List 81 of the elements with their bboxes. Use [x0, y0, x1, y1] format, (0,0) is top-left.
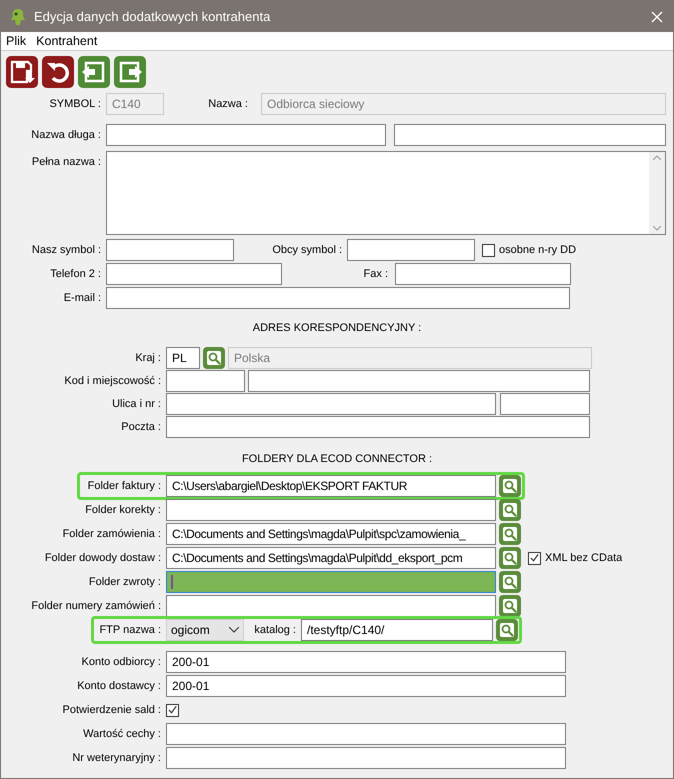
field-label: Nasz symbol :: [30, 244, 101, 256]
search-button[interactable]: [499, 547, 521, 569]
field-label: Folder zwroty :: [88, 576, 161, 588]
text-field[interactable]: [248, 370, 590, 392]
checkbox[interactable]: [528, 552, 541, 564]
field-label: Ulica i nr :: [111, 398, 161, 410]
text-field[interactable]: [166, 747, 566, 769]
field-label: Obcy symbol :: [271, 244, 342, 256]
field-label: Folder faktury :: [86, 480, 161, 492]
text-field[interactable]: [166, 595, 496, 617]
undo-button[interactable]: [42, 56, 74, 88]
scroll-down-icon[interactable]: [653, 226, 661, 231]
text-field[interactable]: C:\Documents and Settings\magda\Pulpit\spc\zamowienia_: [166, 523, 496, 545]
text-field[interactable]: [166, 499, 496, 521]
next-button[interactable]: [114, 56, 146, 88]
scroll-up-icon[interactable]: [653, 155, 661, 160]
text-field[interactable]: [106, 263, 282, 285]
field-label: Folder dowody dostaw :: [44, 552, 161, 564]
field-label: Konto dostawcy :: [76, 680, 161, 692]
search-button[interactable]: [499, 523, 521, 545]
text-field[interactable]: [500, 393, 590, 415]
field-label: Kraj :: [134, 352, 161, 364]
chevron-down-icon: [229, 627, 239, 633]
text-field[interactable]: [106, 124, 386, 146]
checkbox-label: XML bez CData: [545, 552, 622, 564]
text-field[interactable]: C:\Users\abargiel\Desktop\EKSPORT FAKTUR: [166, 475, 496, 497]
text-field[interactable]: C:\Documents and Settings\magda\Pulpit\dd_eksport_pcm: [166, 547, 496, 569]
search-button[interactable]: [499, 571, 521, 593]
app-icon: [10, 8, 26, 26]
text-field[interactable]: [106, 287, 570, 309]
field-label: Poczta :: [120, 421, 161, 433]
checkbox[interactable]: [482, 244, 495, 256]
text-field[interactable]: [347, 239, 475, 261]
window-title: Edycja danych dodatkowych kontrahenta: [34, 9, 272, 24]
field-label: Kod i miejscowość :: [63, 375, 161, 387]
text-field[interactable]: PL: [166, 347, 200, 369]
field-label: Wartość cechy :: [82, 728, 161, 740]
search-button[interactable]: [496, 619, 518, 641]
text-field[interactable]: [166, 370, 245, 392]
save-button[interactable]: [6, 56, 38, 88]
section-heading: ADRES KORESPONDENCYJNY :: [252, 321, 422, 336]
text-field[interactable]: [166, 723, 566, 745]
scrollbar[interactable]: [649, 152, 665, 234]
menu-item[interactable]: Kontrahent: [31, 34, 100, 48]
field-label: Pełna nazwa :: [30, 155, 101, 168]
field-label: Potwierdzenie sald :: [62, 704, 161, 716]
previous-button[interactable]: [78, 56, 110, 88]
search-button[interactable]: [499, 475, 521, 497]
text-field[interactable]: [166, 393, 496, 415]
field-label: FTP nazwa :: [98, 624, 161, 636]
text-field[interactable]: /testyftp/C140/: [301, 619, 493, 641]
field-label: Konto odbiorcy :: [80, 656, 161, 668]
field-label: Nazwa długa :: [30, 129, 101, 141]
field-label: Telefon 2 :: [49, 268, 101, 280]
field-label: Folder zamówienia :: [62, 528, 161, 540]
text-field[interactable]: [106, 239, 234, 261]
search-button[interactable]: [499, 499, 521, 521]
menu-item[interactable]: Plik: [1, 34, 30, 48]
text-field[interactable]: [394, 124, 666, 146]
field-label: katalog :: [253, 624, 296, 636]
close-icon[interactable]: [651, 10, 663, 22]
field-label: Nr weterynaryjny :: [71, 752, 161, 764]
field-label: Nazwa :: [207, 98, 248, 110]
field-label: Folder korekty :: [84, 504, 161, 516]
search-button[interactable]: [499, 595, 521, 617]
text-area[interactable]: [106, 151, 666, 235]
text-field[interactable]: 200-01: [166, 651, 566, 673]
field-label: E-mail :: [62, 292, 101, 304]
field-label: Folder numery zamówień :: [30, 600, 161, 612]
text-field[interactable]: [166, 571, 496, 593]
dropdown[interactable]: ogicom: [166, 619, 244, 641]
text-field[interactable]: [166, 416, 590, 438]
text-field[interactable]: Polska: [228, 347, 592, 369]
field-label: SYMBOL :: [48, 98, 101, 110]
text-field[interactable]: [395, 263, 571, 285]
section-heading: FOLDERY DLA ECOD CONNECTOR :: [240, 452, 434, 467]
checkbox-label: osobne n-ry DD: [499, 244, 576, 256]
checkbox[interactable]: [166, 704, 179, 716]
field-label: Fax :: [362, 268, 388, 280]
text-field[interactable]: 200-01: [166, 675, 566, 697]
search-button[interactable]: [203, 347, 225, 369]
